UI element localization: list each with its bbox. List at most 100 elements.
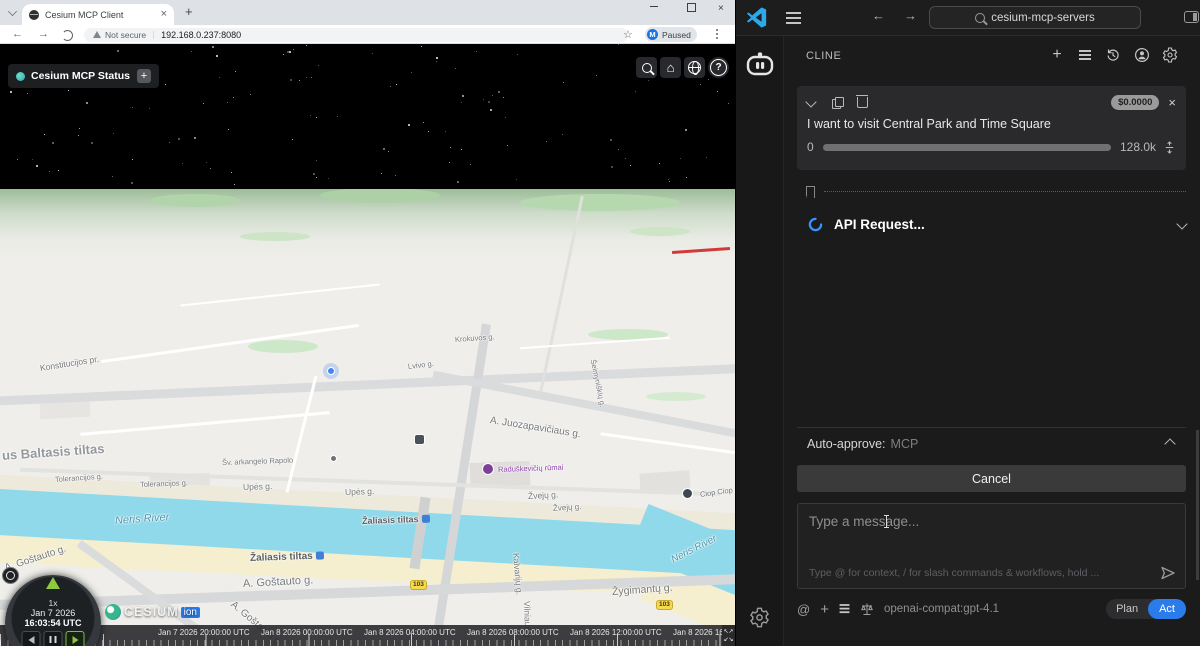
model-selector[interactable]: openai-compat:gpt-4.1 — [884, 603, 999, 615]
mcp-servers-button[interactable] — [1074, 45, 1096, 65]
command-center-search[interactable]: cesium-mcp-servers — [929, 6, 1141, 29]
rules-icon[interactable] — [839, 604, 850, 606]
copy-icon[interactable] — [832, 97, 844, 109]
cesium-ion-logo[interactable]: CESIUM ion — [105, 604, 200, 620]
vscode-logo-icon — [746, 7, 767, 28]
tab-favicon-globe-icon — [29, 9, 39, 20]
add-button[interactable]: + — [820, 602, 829, 617]
panel-settings-button[interactable] — [1159, 45, 1181, 65]
bookmark-star-icon[interactable]: ☆ — [623, 28, 633, 41]
task-card: $0.0000 × I want to visit Central Park a… — [797, 86, 1186, 170]
cesium-mcp-status-pill[interactable]: Cesium MCP Status + — [8, 64, 159, 88]
not-secure-label[interactable]: Not secure — [105, 30, 146, 40]
navigation-help-button[interactable]: ? — [708, 57, 729, 78]
expand-context-icon[interactable] — [1163, 140, 1176, 154]
account-button[interactable] — [1131, 45, 1153, 65]
text-cursor — [884, 515, 889, 528]
window-maximize-button[interactable] — [687, 3, 696, 15]
fullscreen-button[interactable]: ↖↗ ↙↘ — [722, 625, 735, 646]
context-used: 0 — [807, 140, 814, 154]
checkpoint-row — [806, 186, 1186, 198]
loading-spinner-icon — [808, 217, 823, 231]
checkpoint-dotted-divider — [824, 191, 1186, 192]
send-icon[interactable] — [1160, 565, 1176, 581]
expand-request-chevron-icon[interactable] — [1176, 218, 1188, 230]
back-button[interactable]: ← — [12, 29, 23, 40]
reload-button[interactable] — [62, 30, 73, 41]
panel-scrollbar[interactable] — [1196, 430, 1199, 580]
cancel-button[interactable]: Cancel — [797, 465, 1186, 492]
bookmark-icon[interactable] — [806, 186, 815, 198]
cesium-timeline[interactable]: Jan 7 2026 16:00:00 UTCJan 7 2026 20:00:… — [0, 625, 722, 646]
scene-mode-button[interactable] — [684, 57, 705, 78]
not-secure-warning-icon — [93, 31, 101, 38]
delete-task-icon[interactable] — [856, 94, 868, 108]
profile-badge[interactable]: M Paused — [645, 27, 697, 42]
history-icon — [1107, 49, 1119, 61]
timeline-label: Jan 8 2026 04:00:00 UTC — [364, 628, 456, 637]
playback-rate: 1x — [48, 598, 58, 608]
geocoder-search-button[interactable] — [636, 57, 657, 78]
tab-title: Cesium MCP Client — [45, 9, 124, 20]
nav-forward-icon[interactable]: → — [904, 9, 917, 22]
pause-button[interactable] — [43, 631, 63, 646]
cesium-viewer[interactable]: us Baltasis tiltas Tolerancijos g. Toleran… — [0, 44, 735, 646]
menu-hamburger-icon[interactable] — [786, 12, 801, 14]
road-shield: 103 — [656, 600, 673, 610]
context-max: 128.0k — [1119, 140, 1156, 154]
tab-close-icon[interactable]: × — [161, 9, 167, 20]
browser-tab-strip: Cesium MCP Client × + × — [0, 0, 735, 25]
play-reverse-button[interactable] — [21, 631, 41, 646]
address-bar[interactable]: Not secure 192.168.0.237:8080 — [84, 27, 628, 42]
context-mention-button[interactable]: @ — [797, 602, 810, 617]
mcp-scales-icon[interactable] — [860, 602, 874, 616]
new-tab-button[interactable]: + — [185, 4, 193, 19]
window-minimize-button[interactable] — [650, 3, 658, 14]
avatar: M — [647, 29, 658, 40]
history-button[interactable] — [1102, 45, 1124, 65]
poi-palace-icon — [482, 463, 494, 475]
close-task-icon[interactable]: × — [1168, 96, 1176, 109]
window-close-button[interactable]: × — [718, 3, 724, 14]
clock-badge-icon[interactable] — [2, 567, 19, 584]
tab-search-chevron-icon[interactable] — [8, 7, 17, 16]
cline-robot-icon[interactable] — [744, 48, 776, 78]
input-hint: Type @ for context, / for slash commands… — [809, 567, 1100, 579]
collapse-task-chevron-icon[interactable] — [805, 96, 817, 108]
new-task-button[interactable]: + — [1046, 45, 1068, 65]
input-placeholder: Type a message... — [809, 514, 920, 529]
layout-panel-icon[interactable] — [1184, 11, 1199, 23]
cesium-toolbar: ⌂ ? — [636, 57, 729, 78]
plan-mode-button[interactable]: Plan — [1106, 603, 1148, 615]
sim-date: Jan 7 2026 — [30, 608, 76, 618]
vscode-titlebar: ← → cesium-mcp-servers — [736, 0, 1200, 36]
globe-icon — [688, 61, 701, 75]
api-request-row[interactable]: API Request... — [808, 212, 1188, 236]
play-button[interactable] — [65, 631, 85, 646]
url-text[interactable]: 192.168.0.237:8080 — [161, 30, 241, 40]
auto-approve-value: MCP — [890, 436, 919, 451]
browser-window: Cesium MCP Client × + × ← → Not secure 1… — [0, 0, 735, 646]
panel-title: CLINE — [806, 50, 842, 62]
search-icon — [641, 62, 652, 73]
status-add-button[interactable]: + — [137, 69, 151, 83]
browser-menu-icon[interactable] — [716, 29, 718, 31]
shuttle-ring-pointer[interactable] — [46, 577, 60, 589]
settings-gear-icon[interactable] — [749, 607, 770, 628]
nav-back-icon[interactable]: ← — [872, 9, 885, 22]
poi-transit-icon — [414, 434, 425, 445]
forward-button[interactable]: → — [38, 29, 49, 40]
auto-approve-section[interactable]: Auto-approve: MCP — [797, 427, 1186, 459]
mode-toggle[interactable]: Plan Act — [1106, 599, 1186, 619]
timeline-label: Jan 8 2026 12:00:00 UTC — [570, 628, 662, 637]
gear-icon — [1162, 47, 1178, 63]
composer-toolbar: @ + openai-compat:gpt-4.1 Plan Act — [797, 598, 1186, 620]
home-view-button[interactable]: ⌂ — [660, 57, 681, 78]
vscode-window: ← → cesium-mcp-servers CLINE + $0.0000 ×… — [735, 0, 1200, 646]
message-input[interactable]: Type a message... Type @ for context, / … — [797, 503, 1186, 589]
act-mode-button[interactable]: Act — [1148, 599, 1186, 619]
context-window-bar — [822, 143, 1111, 151]
divider — [153, 30, 155, 39]
browser-tab[interactable]: Cesium MCP Client × — [22, 4, 174, 25]
collapse-chevron-icon[interactable] — [1164, 437, 1176, 450]
